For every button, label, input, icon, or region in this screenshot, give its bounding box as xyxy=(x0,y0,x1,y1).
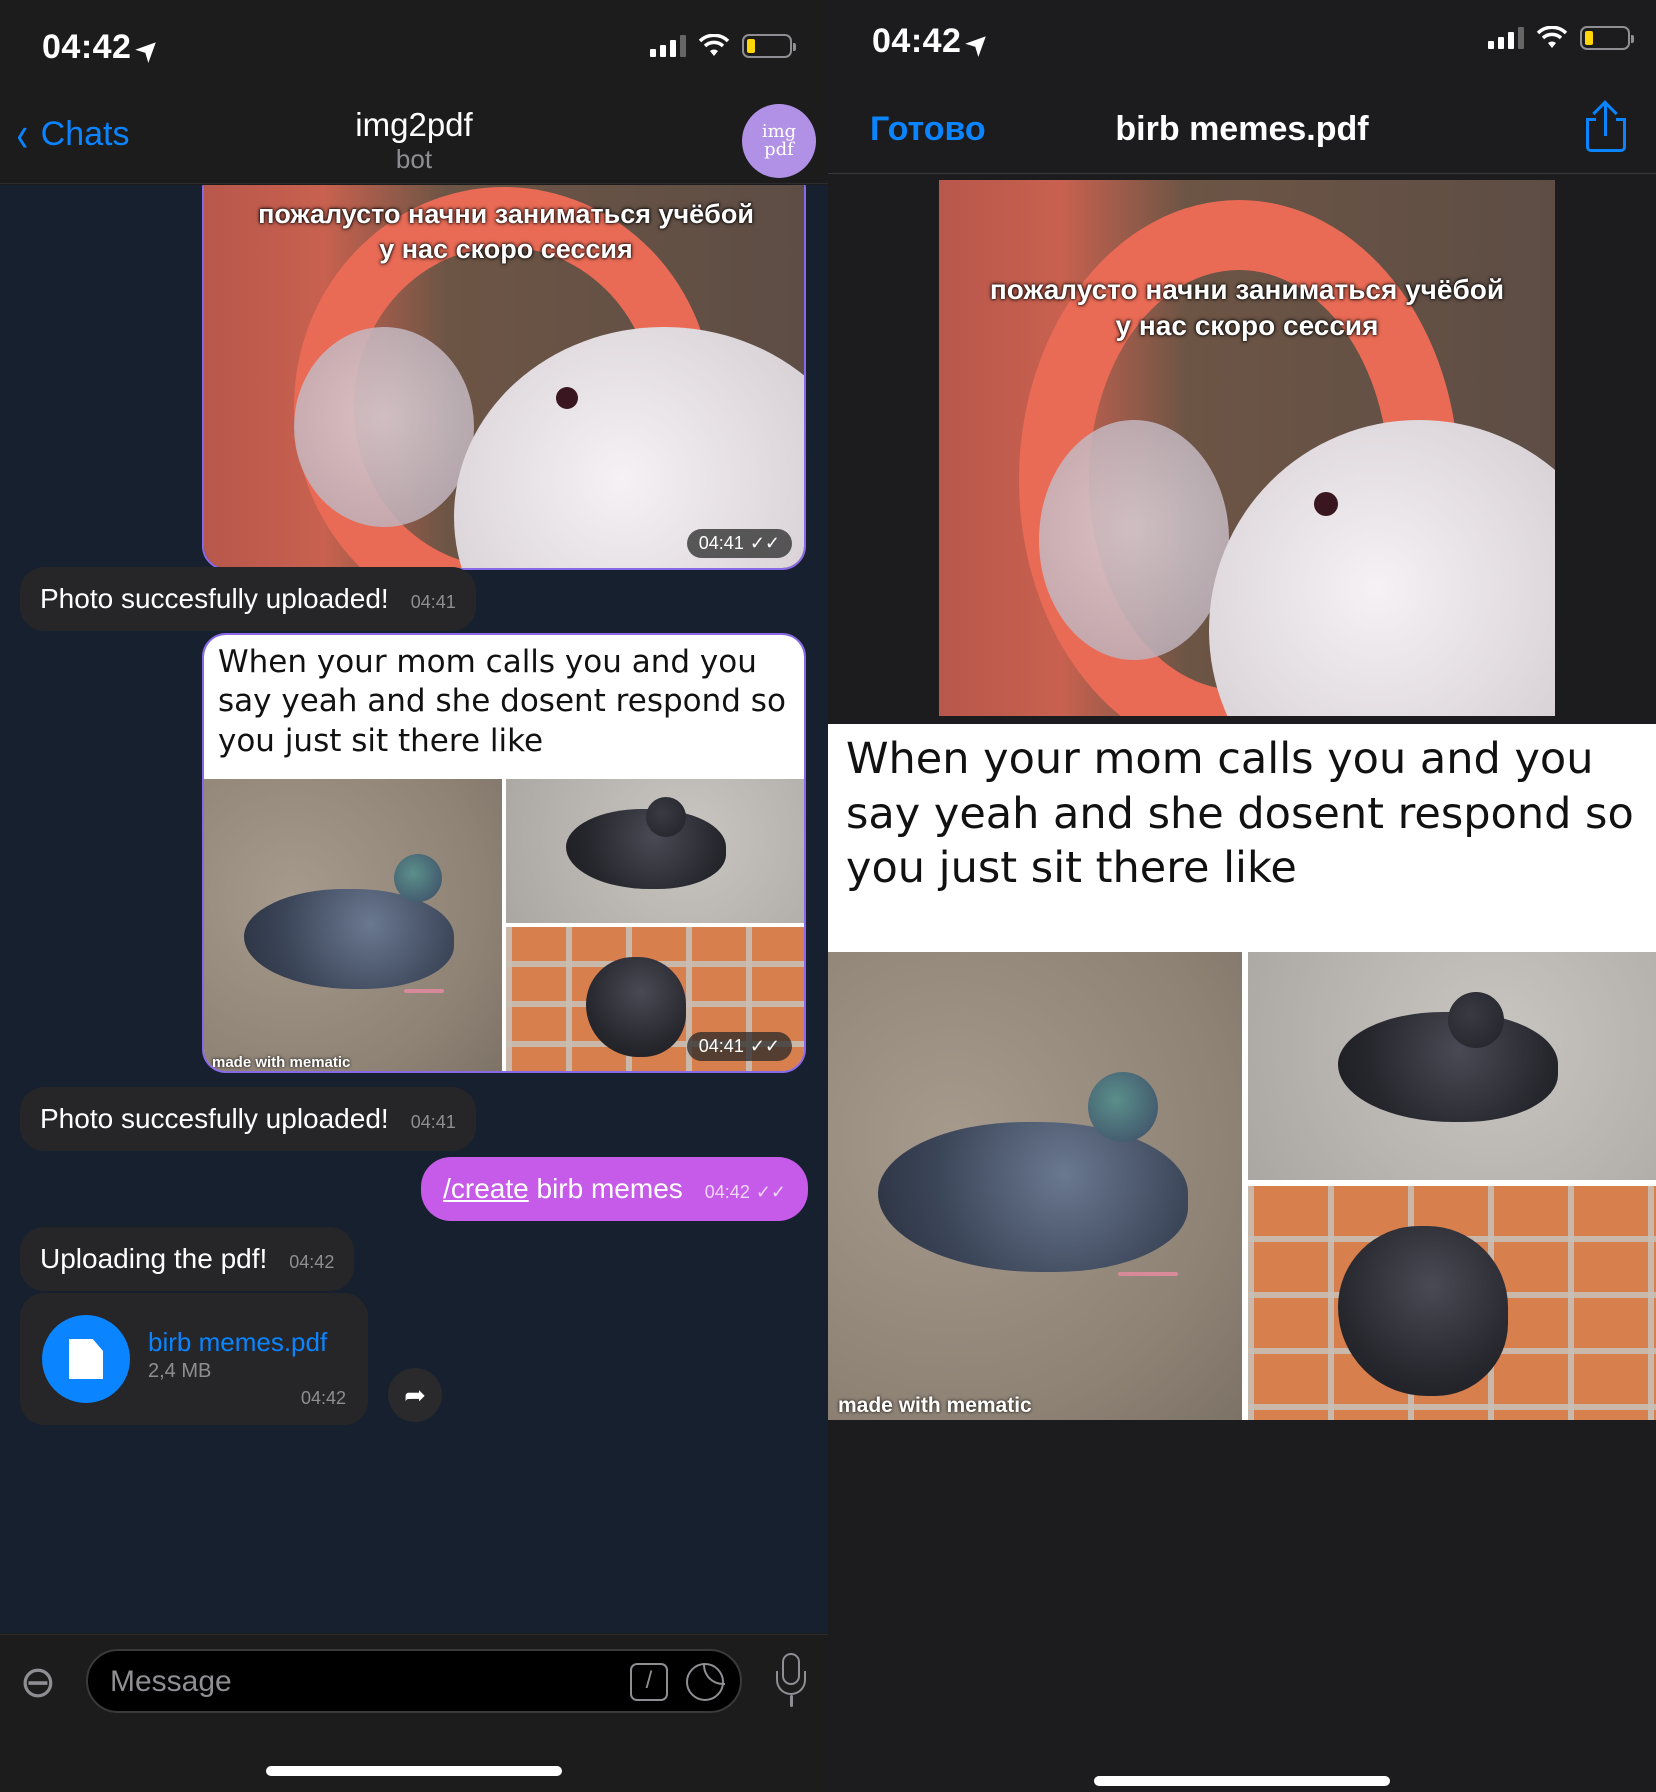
file-size: 2,4 MB xyxy=(148,1360,212,1382)
bot-reply-2[interactable]: Photo succesfully uploaded! 04:41 xyxy=(20,1087,476,1151)
home-indicator xyxy=(1094,1776,1390,1786)
photo-message-2[interactable]: When your mom calls you and you say yeah… xyxy=(202,633,806,1073)
message-text: Photo succesfully uploaded! xyxy=(40,1103,389,1134)
message-time: 04:42 xyxy=(289,1252,335,1272)
message-time: 04:41 xyxy=(410,592,456,612)
home-indicator xyxy=(266,1766,562,1776)
battery-icon xyxy=(1580,26,1634,50)
share-icon[interactable] xyxy=(1586,100,1626,152)
double-check-icon: ✓✓ xyxy=(749,1036,780,1056)
bot-commands-icon[interactable]: / xyxy=(630,1663,668,1701)
bot-avatar[interactable]: img pdf xyxy=(742,104,816,178)
meme-text: When your mom calls you and you say yeah… xyxy=(846,734,1634,894)
sticker-icon[interactable] xyxy=(686,1663,725,1701)
pdf-page-2: When your mom calls you and you say yeah… xyxy=(828,724,1656,1420)
status-icons xyxy=(650,34,796,58)
chat-subtitle: bot xyxy=(395,144,433,174)
battery-icon xyxy=(742,34,796,58)
location-arrow-icon: ➤ xyxy=(129,30,167,68)
message-time: 04:41 ✓✓ xyxy=(686,529,792,558)
message-list[interactable]: пожалусто начни заниматься учёбой у нас … xyxy=(0,185,828,1633)
command-args: birb memes xyxy=(528,1173,683,1204)
meme-caption: пожалусто начни заниматься учёбой у нас … xyxy=(989,274,1505,342)
microphone-icon[interactable] xyxy=(776,1653,806,1713)
forward-icon: ➦ xyxy=(404,1379,426,1410)
chat-title[interactable]: img2pdf xyxy=(0,106,828,144)
message-placeholder: Message xyxy=(110,1665,232,1698)
message-time: 04:42 xyxy=(704,1182,750,1202)
wifi-icon xyxy=(1536,26,1568,48)
meme-image-pigeons-grid: When your mom calls you and you say yeah… xyxy=(204,635,804,1071)
message-time: 04:41 ✓✓ xyxy=(686,1032,792,1061)
paperclip-icon[interactable]: ⊘ xyxy=(7,1651,69,1713)
message-input-bar: ⊘ Message / xyxy=(0,1634,828,1792)
message-time: 04:42 xyxy=(300,1388,346,1408)
chat-header: ‹ Chats img2pdf bot img pdf xyxy=(0,90,828,184)
double-check-icon: ✓✓ xyxy=(755,1182,786,1202)
pdf-viewer-screen: 04:42➤ Готово birb memes.pdf пожалусто н… xyxy=(828,0,1656,1792)
watermark: made with mematic xyxy=(212,1054,351,1071)
status-bar: 04:42➤ xyxy=(828,0,1656,90)
command-link[interactable]: /create xyxy=(443,1173,529,1204)
meme-image-pigeon-mirror: пожалусто начни заниматься учёбой у нас … xyxy=(204,185,804,568)
message-time: 04:41 xyxy=(410,1112,456,1132)
status-time: 04:42➤ xyxy=(872,22,997,62)
meme-caption: пожалусто начни заниматься учёбой у нас … xyxy=(258,199,754,265)
file-icon[interactable] xyxy=(42,1315,130,1403)
file-name[interactable]: birb memes.pdf xyxy=(148,1327,327,1358)
photo-message-1[interactable]: пожалусто начни заниматься учёбой у нас … xyxy=(202,185,806,570)
message-text: Uploading the pdf! xyxy=(40,1243,268,1274)
double-check-icon: ✓✓ xyxy=(749,533,780,553)
file-message[interactable]: birb memes.pdf 2,4 MB 04:42 xyxy=(20,1293,368,1425)
pdf-title: birb memes.pdf xyxy=(1115,110,1369,148)
meme-text: When your mom calls you and you say yeah… xyxy=(218,644,786,759)
bot-reply-3[interactable]: Uploading the pdf! 04:42 xyxy=(20,1227,355,1291)
forward-button[interactable]: ➦ xyxy=(388,1368,442,1422)
signal-icon xyxy=(1488,27,1524,49)
watermark: made with mematic xyxy=(838,1394,1032,1417)
signal-icon xyxy=(650,35,686,57)
status-time: 04:42➤ xyxy=(42,28,167,68)
message-input[interactable]: Message / xyxy=(86,1649,742,1713)
wifi-icon xyxy=(698,34,730,56)
status-bar: 04:42➤ xyxy=(0,0,828,90)
telegram-chat-screen: 04:42➤ ‹ Chats img2pdf bot img pdf пожал… xyxy=(0,0,828,1792)
pdf-page-1: пожалусто начни заниматься учёбой у нас … xyxy=(939,180,1555,716)
location-arrow-icon: ➤ xyxy=(959,24,997,62)
status-icons xyxy=(1488,26,1634,50)
message-text: Photo succesfully uploaded! xyxy=(40,583,389,614)
pdf-header: Готово birb memes.pdf xyxy=(828,86,1656,174)
user-command-message[interactable]: /create birb memes 04:42 ✓✓ xyxy=(421,1157,808,1221)
avatar-text: img pdf xyxy=(761,121,797,160)
bot-reply-1[interactable]: Photo succesfully uploaded! 04:41 xyxy=(20,567,476,631)
